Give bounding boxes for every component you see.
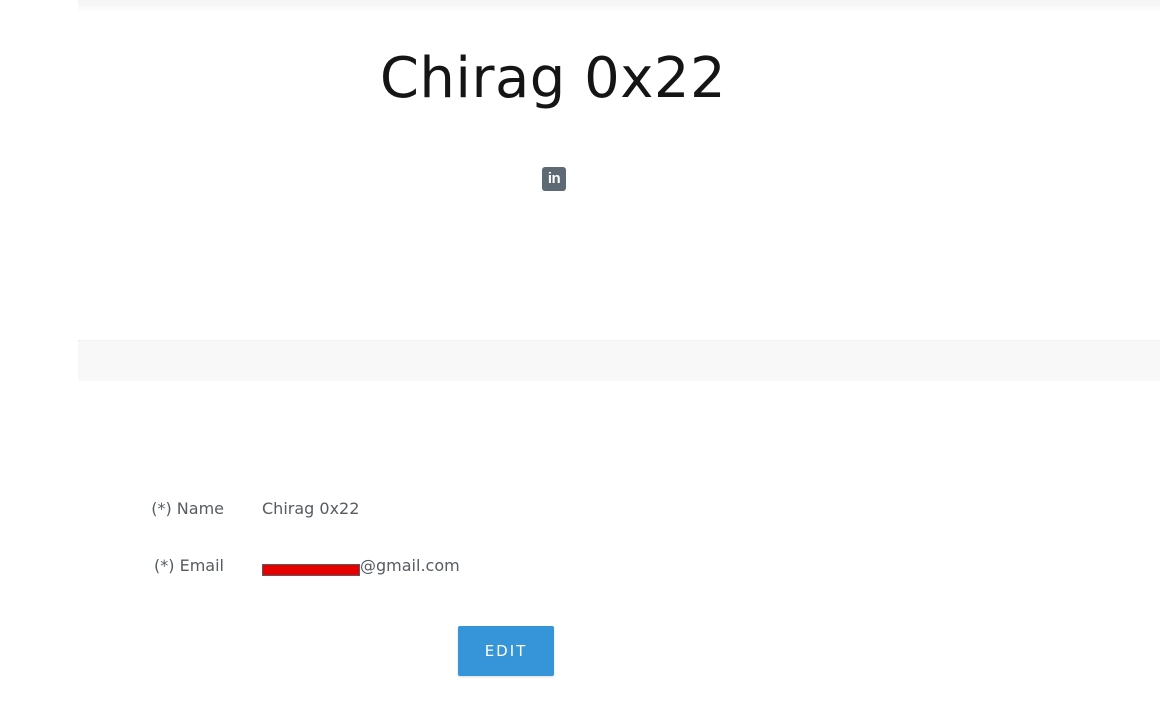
section-divider (78, 340, 1160, 381)
name-label: (*) Name (151, 499, 224, 518)
name-row: (*) Name Chirag 0x22 (0, 495, 1160, 523)
email-domain: @gmail.com (360, 556, 460, 575)
edit-button[interactable]: EDIT (458, 626, 554, 676)
email-value: @gmail.com (262, 552, 460, 580)
top-strip-inner (78, 6, 1160, 11)
email-label: (*) Email (154, 556, 224, 575)
name-value: Chirag 0x22 (262, 499, 360, 518)
email-row: (*) Email @gmail.com (0, 552, 1160, 580)
redaction-mark (262, 563, 360, 576)
profile-name: Chirag 0x22 (379, 46, 727, 111)
linkedin-icon[interactable]: in (542, 167, 566, 191)
